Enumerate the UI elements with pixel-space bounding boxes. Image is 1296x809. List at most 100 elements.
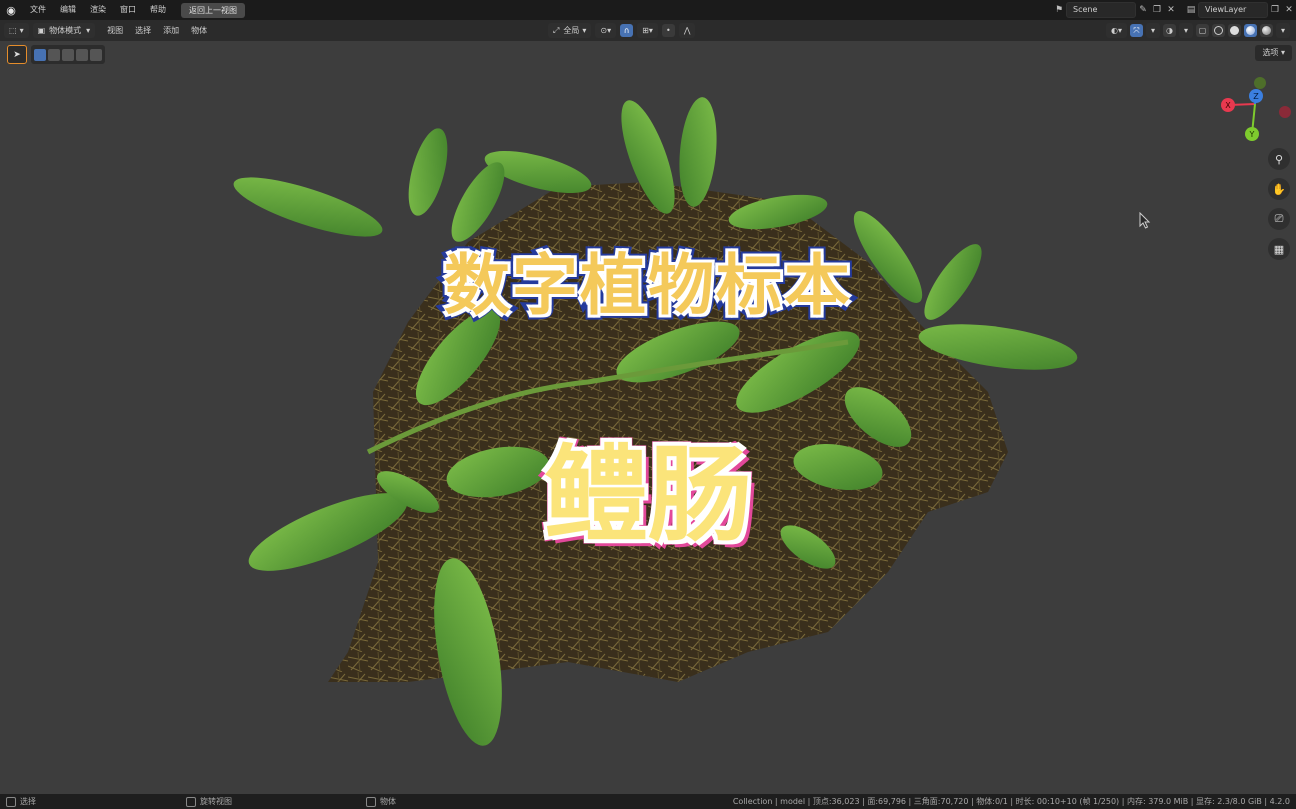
magnifier-icon: ⚲ — [1275, 153, 1283, 166]
scene-statistics: Collection | model | 顶点:36,023 | 面:69,79… — [733, 796, 1290, 807]
neg-x-axis-handle[interactable] — [1279, 106, 1291, 118]
mouse-cursor-icon — [1139, 212, 1151, 230]
select-intersect-mode[interactable] — [90, 49, 102, 61]
copy-view-layer-icon[interactable]: ❐ — [1268, 3, 1282, 17]
menu-object[interactable]: 物体 — [185, 25, 213, 36]
y-axis-label: Y — [1249, 130, 1255, 139]
visibility-dropdown[interactable]: ◐▾ — [1106, 23, 1127, 38]
cursor-arrow-icon: ➤ — [13, 50, 21, 60]
hand-icon: ✋ — [1272, 183, 1286, 196]
mouse-left-icon — [6, 797, 16, 807]
chevron-down-icon: ▾ — [20, 26, 24, 35]
close-scene-icon[interactable]: ✕ — [1164, 3, 1178, 17]
mouse-right-icon — [366, 797, 376, 807]
shading-material[interactable] — [1244, 24, 1257, 37]
select-new-mode[interactable] — [34, 49, 46, 61]
proportional-edit-toggle[interactable]: • — [662, 24, 675, 37]
mode-label: 物体模式 — [49, 25, 81, 36]
zoom-button[interactable]: ⚲ — [1268, 148, 1290, 170]
viewport-header: ⬚▾ ▣ 物体模式 ▾ 视图 选择 添加 物体 ⤢ 全局 ▾ ⊙▾ ∩ ⊞▾ •… — [0, 20, 1296, 41]
shading-dropdown[interactable]: ▾ — [1276, 23, 1290, 38]
chevron-down-icon: ▾ — [1281, 48, 1285, 57]
chevron-down-icon: ▾ — [86, 26, 90, 35]
viewport-shading-tools: ◐▾ ⤧ ▾ ◑ ▾ ▢ ▾ — [1106, 23, 1290, 38]
menu-help[interactable]: 帮助 — [143, 0, 173, 20]
topbar-right: ⚑ Scene ✎ ❐ ✕ ▤ ViewLayer ❐ ✕ — [1052, 0, 1296, 20]
x-axis-label: X — [1225, 101, 1231, 110]
menu-render[interactable]: 渲染 — [83, 0, 113, 20]
solid-sphere-icon — [1230, 26, 1239, 35]
navigation-gizmo[interactable]: X Z Y — [1215, 74, 1295, 144]
overlay-icon: ◑ — [1166, 26, 1173, 35]
shading-rendered[interactable] — [1260, 24, 1273, 37]
magnet-icon: ∩ — [624, 26, 630, 35]
chevron-down-icon: ▾ — [607, 26, 611, 35]
pivot-icon: ⊙ — [600, 26, 607, 35]
snap-target-dropdown[interactable]: ⊞▾ — [637, 23, 658, 38]
camera-icon: ⎚ — [1275, 212, 1284, 226]
status-rotate: 旋转视图 — [186, 796, 232, 807]
snap-toggle[interactable]: ∩ — [620, 24, 633, 37]
close-view-layer-icon[interactable]: ✕ — [1282, 3, 1296, 17]
overlay-dropdown[interactable]: ▾ — [1179, 23, 1193, 38]
tool-settings: ➤ — [7, 45, 105, 64]
gizmo-dropdown[interactable]: ▾ — [1146, 23, 1160, 38]
falloff-dropdown[interactable]: ⋀ — [679, 23, 696, 38]
view-layer-field[interactable]: ViewLayer — [1198, 2, 1268, 18]
z-axis-label: Z — [1253, 92, 1259, 101]
xray-toggle[interactable]: ▢ — [1196, 24, 1209, 37]
copy-scene-icon[interactable]: ❐ — [1150, 3, 1164, 17]
status-object: 物体 — [366, 796, 396, 807]
main-menu: 文件 编辑 渲染 窗口 帮助 — [23, 0, 173, 20]
select-tool-button[interactable]: ➤ — [7, 45, 27, 64]
gizmo-toggle[interactable]: ⤧ — [1130, 24, 1143, 37]
options-dropdown[interactable]: 选项 ▾ — [1255, 45, 1292, 61]
editor-type-dropdown[interactable]: ⬚▾ — [4, 23, 29, 38]
eye-icon: ◐ — [1111, 26, 1118, 35]
plant-name-heading: 鳢肠 — [0, 410, 1296, 561]
status-object-label: 物体 — [380, 796, 396, 807]
selection-mode-group — [31, 45, 105, 64]
orientation-dropdown[interactable]: ⤢ 全局 ▾ — [548, 23, 591, 38]
chevron-down-icon: ▾ — [1281, 26, 1285, 35]
proportional-edit-icon: • — [666, 26, 671, 35]
rendered-sphere-icon — [1262, 26, 1271, 35]
orientation-icon: ⤢ — [553, 26, 559, 36]
falloff-curve-icon: ⋀ — [684, 26, 691, 35]
select-invert-mode[interactable] — [76, 49, 88, 61]
orientation-label: 全局 — [563, 25, 579, 36]
select-extend-mode[interactable] — [48, 49, 60, 61]
pin-icon[interactable]: ✎ — [1136, 3, 1150, 17]
object-mode-icon: ▣ — [38, 26, 46, 35]
menu-edit[interactable]: 编辑 — [53, 0, 83, 20]
wireframe-sphere-icon — [1214, 26, 1223, 35]
xray-icon: ▢ — [1199, 26, 1207, 35]
menu-select[interactable]: 选择 — [129, 25, 157, 36]
menu-view[interactable]: 视图 — [101, 25, 129, 36]
material-sphere-icon — [1246, 26, 1255, 35]
mode-dropdown[interactable]: ▣ 物体模式 ▾ — [33, 23, 96, 38]
pan-button[interactable]: ✋ — [1268, 178, 1290, 200]
status-select-label: 选择 — [20, 796, 36, 807]
top-bar: ◉ 文件 编辑 渲染 窗口 帮助 返回上一视图 ⚑ Scene ✎ ❐ ✕ ▤ … — [0, 0, 1296, 20]
shading-wireframe[interactable] — [1212, 24, 1225, 37]
scene-icon[interactable]: ⚑ — [1052, 3, 1066, 17]
overlay-toggle[interactable]: ◑ — [1163, 24, 1176, 37]
menu-window[interactable]: 窗口 — [113, 0, 143, 20]
status-select: 选择 — [6, 796, 36, 807]
pivot-dropdown[interactable]: ⊙▾ — [595, 23, 616, 38]
select-subtract-mode[interactable] — [62, 49, 74, 61]
scene-field[interactable]: Scene — [1066, 2, 1136, 18]
neg-y-axis-handle[interactable] — [1254, 77, 1266, 89]
view-layer-icon[interactable]: ▤ — [1184, 3, 1198, 17]
camera-view-button[interactable]: ⎚ — [1268, 208, 1290, 230]
menu-add[interactable]: 添加 — [157, 25, 185, 36]
snap-grid-icon: ⊞ — [642, 26, 649, 35]
chevron-down-icon: ▾ — [1184, 26, 1188, 35]
back-to-previous-tab[interactable]: 返回上一视图 — [181, 3, 245, 18]
shading-solid[interactable] — [1228, 24, 1241, 37]
blender-logo-icon[interactable]: ◉ — [4, 3, 18, 17]
menu-file[interactable]: 文件 — [23, 0, 53, 20]
transform-tools: ⤢ 全局 ▾ ⊙▾ ∩ ⊞▾ • ⋀ — [548, 23, 695, 38]
chevron-down-icon: ▾ — [1151, 26, 1155, 35]
